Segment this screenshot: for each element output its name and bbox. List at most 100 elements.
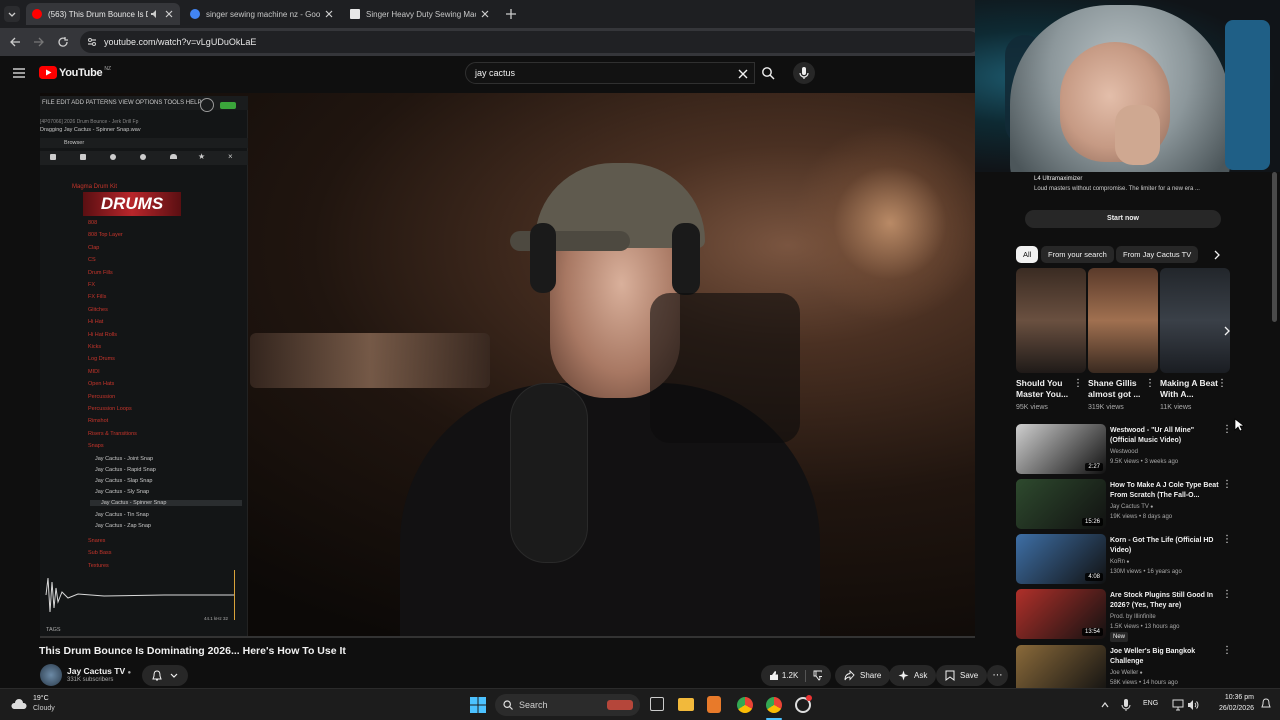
chrome-icon[interactable] — [737, 697, 753, 713]
search-input[interactable]: jay cactus — [465, 62, 755, 84]
notification-bell-icon[interactable] — [1260, 698, 1272, 710]
channel-name[interactable]: Prod. by Illinfinite — [1110, 612, 1156, 622]
tab-google-search[interactable]: singer sewing machine nz - Goo — [184, 3, 340, 25]
clock-date[interactable]: 26/02/2026 — [1212, 705, 1254, 712]
chevron-up-icon[interactable] — [1100, 700, 1110, 710]
bell-icon — [152, 669, 162, 680]
chevron-down-icon — [170, 673, 178, 678]
channel-name[interactable]: Jay Cactus TV ● — [1110, 502, 1153, 512]
close-icon[interactable] — [324, 9, 334, 19]
more-options-icon[interactable]: ⋮ — [1222, 645, 1232, 656]
short-thumbnail[interactable] — [1160, 268, 1230, 373]
video-thumbnail[interactable]: 4:08 — [1016, 534, 1106, 584]
more-options-icon[interactable]: ⋮ — [1222, 534, 1232, 545]
recommendation-item[interactable]: 15:26 How To Make A J Cole Type Beat From… — [1016, 479, 1256, 529]
like-count[interactable]: 1.2K — [782, 671, 798, 680]
subscriber-count: 331K subscribers — [67, 677, 114, 683]
channel-name[interactable]: KoRn ● — [1110, 557, 1129, 567]
ask-button[interactable]: Ask — [889, 665, 937, 686]
weather-widget[interactable] — [10, 696, 28, 714]
more-options-icon[interactable]: ⋮ — [1222, 424, 1232, 435]
forward-icon[interactable] — [33, 36, 45, 48]
more-options-icon[interactable]: ⋮ — [1222, 479, 1232, 490]
video-thumbnail[interactable]: 15:26 — [1016, 479, 1106, 529]
channel-name[interactable]: Westwood — [1110, 447, 1138, 457]
video-thumbnail[interactable]: 2:27 — [1016, 424, 1106, 474]
more-options-icon[interactable]: ⋮ — [1073, 378, 1083, 389]
youtube-header: YouTube NZ jay cactus — [0, 56, 975, 92]
channel-avatar[interactable] — [40, 664, 62, 686]
daw-folder-item: Snares — [88, 538, 106, 544]
share-button[interactable]: Share — [835, 665, 891, 686]
clock-time[interactable]: 10:36 pm — [1218, 694, 1254, 701]
task-view-icon[interactable] — [650, 697, 664, 711]
channel-name-text: Jay Cactus TV — [1110, 504, 1149, 510]
youtube-logo[interactable]: YouTube NZ — [39, 66, 111, 79]
fl-studio-icon[interactable] — [707, 696, 721, 713]
chevron-down-icon — [8, 12, 16, 17]
chevron-right-icon[interactable] — [1222, 325, 1232, 337]
youtube-wordmark: YouTube — [59, 66, 103, 79]
chip-all[interactable]: All — [1016, 246, 1039, 263]
monitor-icon[interactable] — [1172, 699, 1184, 711]
search-icon[interactable] — [761, 66, 775, 80]
back-icon[interactable] — [9, 36, 21, 48]
short-title[interactable]: Should You Master You... — [1016, 378, 1076, 400]
video-title[interactable]: Are Stock Plugins Still Good In 2026? (Y… — [1110, 591, 1222, 611]
recommendation-item[interactable]: 2:27 Westwood - "Ur All Mine" (Official M… — [1016, 424, 1256, 474]
windows-start-icon[interactable] — [470, 697, 486, 713]
chair — [650, 293, 800, 443]
desk-shelf — [250, 333, 490, 388]
subscribed-button[interactable] — [142, 665, 188, 686]
more-actions-button[interactable]: ⋯ — [987, 665, 1008, 686]
reload-icon[interactable] — [57, 36, 69, 48]
url-bar[interactable]: youtube.com/watch?v=vLgUDuOkLaE — [80, 31, 980, 53]
video-title[interactable]: Korn - Got The Life (Official HD Video) — [1110, 536, 1222, 556]
video-thumbnail[interactable]: 13:54 — [1016, 589, 1106, 639]
channel-name[interactable]: Jay Cactus TV ● — [67, 666, 131, 676]
video-title[interactable]: Joe Weller's Big Bangkok Challenge — [1110, 647, 1222, 667]
channel-name-text: KoRn — [1110, 559, 1126, 565]
dislike-icon[interactable] — [813, 670, 822, 681]
voice-search-button[interactable] — [793, 62, 815, 84]
like-icon[interactable] — [769, 670, 778, 681]
chip-from-your-search[interactable]: From your search — [1041, 246, 1114, 263]
site-info-icon[interactable] — [87, 37, 97, 47]
more-options-icon[interactable]: ⋮ — [1222, 589, 1232, 600]
video-title[interactable]: Westwood - "Ur All Mine" (Official Music… — [1110, 426, 1222, 446]
video-title[interactable]: How To Make A J Cole Type Beat From Scra… — [1110, 481, 1222, 501]
more-options-icon[interactable]: ⋮ — [1145, 378, 1155, 389]
recommendation-item[interactable]: 13:54 Are Stock Plugins Still Good In 202… — [1016, 589, 1256, 642]
short-thumbnail[interactable] — [1088, 268, 1158, 373]
ad-card[interactable]: L4 Ultramaximizer Loud masters without c… — [1016, 172, 1230, 234]
save-button[interactable]: Save — [936, 665, 988, 686]
chevron-right-icon[interactable] — [1212, 250, 1222, 260]
volume-icon[interactable] — [1187, 699, 1199, 711]
more-options-icon[interactable]: ⋮ — [1217, 378, 1227, 389]
cap-brim — [510, 231, 630, 251]
microphone-icon[interactable] — [1121, 698, 1131, 712]
close-icon[interactable] — [480, 9, 490, 19]
speaker-icon[interactable] — [150, 9, 160, 19]
file-explorer-icon[interactable] — [678, 698, 694, 711]
tab-search-button[interactable] — [4, 6, 20, 22]
tab-youtube[interactable]: (563) This Drum Bounce Is D — [26, 3, 180, 25]
new-tab-icon[interactable] — [505, 8, 517, 20]
recommendation-item[interactable]: 4:08 Korn - Got The Life (Official HD Vid… — [1016, 534, 1256, 584]
chrome-active-icon[interactable] — [766, 697, 782, 713]
hamburger-menu-icon[interactable] — [13, 68, 25, 78]
language-indicator[interactable]: ENG — [1143, 700, 1158, 707]
chip-from-channel[interactable]: From Jay Cactus TV — [1116, 246, 1199, 263]
tab-singer[interactable]: Singer Heavy Duty Sewing Mac — [344, 3, 496, 25]
clear-search-icon[interactable] — [738, 69, 748, 79]
channel-name[interactable]: Joe Weller ● — [1110, 668, 1143, 678]
daw-sample-item: Jay Cactus - Tin Snap — [95, 511, 149, 518]
sidebar-scrollbar[interactable] — [1272, 172, 1277, 322]
close-icon[interactable] — [164, 9, 174, 19]
short-title[interactable]: Shane Gillis almost got ... — [1088, 378, 1148, 400]
ad-start-now-button[interactable]: Start now — [1025, 210, 1221, 228]
short-thumbnail[interactable] — [1016, 268, 1086, 373]
short-title[interactable]: Making A Beat With A... — [1160, 378, 1220, 400]
video-progress-track[interactable] — [40, 636, 975, 638]
taskbar-search-box[interactable]: Search — [495, 694, 640, 716]
